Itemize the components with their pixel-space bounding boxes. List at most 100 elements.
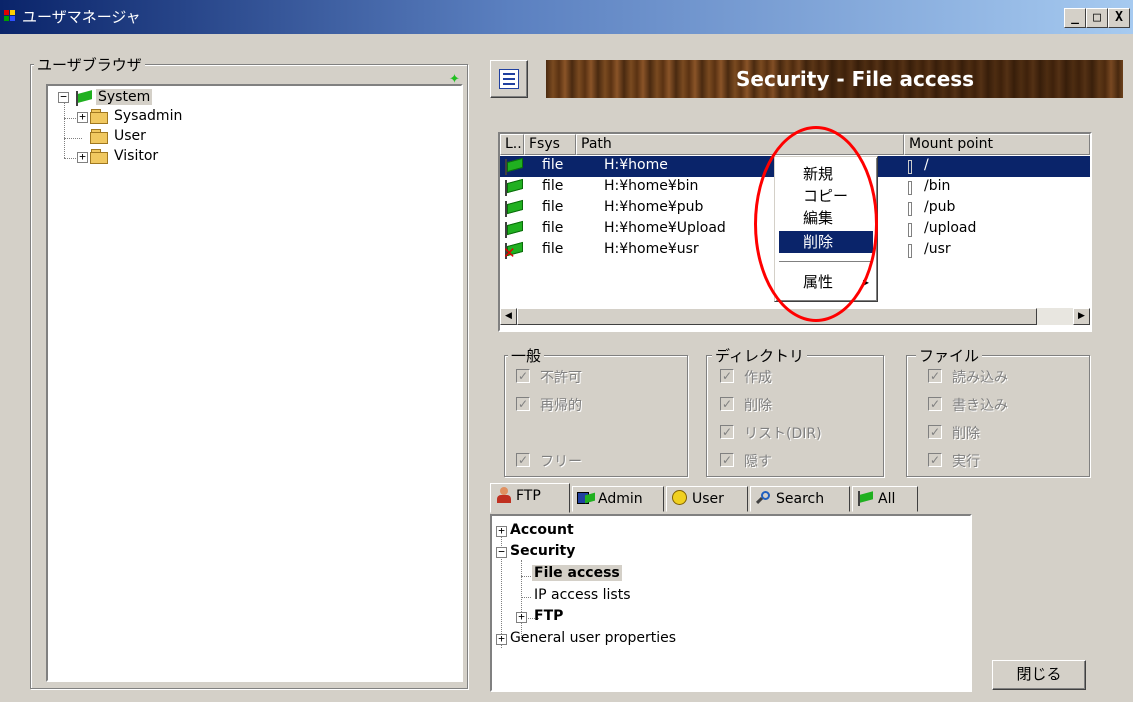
checkbox-deny-label: 不許可	[540, 370, 582, 386]
checkbox-execute-label: 実行	[952, 454, 980, 470]
disabled-flag-icon: ✕	[503, 241, 525, 261]
checkbox-dir-delete[interactable]: ✓	[720, 397, 734, 411]
all-flag-icon	[857, 490, 875, 506]
enabled-flag-icon	[503, 178, 525, 196]
tab-bar: FTP Admin User Search All	[490, 483, 960, 514]
checkbox-write[interactable]: ✓	[928, 397, 942, 411]
column-header-fsys[interactable]: Fsys	[524, 134, 576, 155]
close-window-button[interactable]: X	[1108, 8, 1130, 28]
cell-fsys: file	[542, 157, 564, 173]
expand-icon[interactable]: +	[77, 151, 88, 163]
cell-mount: /bin	[924, 178, 951, 194]
cell-path: H:¥home	[604, 157, 668, 173]
expand-icon[interactable]: +	[77, 111, 88, 123]
tree-node-ip-access[interactable]: IP access lists	[534, 587, 631, 603]
scroll-left-icon[interactable]: ◀	[500, 308, 517, 325]
tab-admin[interactable]: Admin	[572, 486, 664, 512]
cell-path: H:¥home¥bin	[604, 178, 699, 194]
minimize-button[interactable]: _	[1064, 8, 1086, 28]
admin-icon	[577, 490, 595, 506]
cell-path: H:¥home¥usr	[604, 241, 699, 257]
user-tree[interactable]: − System + Sysadmin User + Visitor	[46, 84, 463, 682]
cell-fsys: file	[542, 199, 564, 215]
cell-path: H:¥home¥pub	[604, 199, 704, 215]
checkbox-free-label: フリー	[540, 454, 582, 470]
tree-item-sysadmin[interactable]: Sysadmin	[114, 108, 182, 124]
system-flag-icon	[74, 90, 94, 106]
tree-node-file-access[interactable]: File access	[532, 565, 622, 581]
tab-all-label: All	[878, 491, 896, 507]
collapse-icon[interactable]: −	[58, 91, 69, 103]
cell-path: H:¥home¥Upload	[604, 220, 726, 236]
checkbox-create[interactable]: ✓	[720, 369, 734, 383]
cell-fsys: file	[542, 241, 564, 257]
user-face-icon	[671, 490, 689, 506]
ftp-person-icon	[495, 487, 513, 503]
search-icon	[755, 490, 773, 506]
enabled-flag-icon	[503, 157, 525, 175]
checkbox-read[interactable]: ✓	[928, 369, 942, 383]
tree-item-visitor[interactable]: Visitor	[114, 148, 158, 164]
expand-icon[interactable]: +	[496, 633, 507, 645]
tab-search[interactable]: Search	[750, 486, 850, 512]
folder-icon	[90, 109, 110, 125]
folder-icon	[90, 149, 110, 165]
column-header-mount[interactable]: Mount point	[904, 134, 1090, 155]
cell-mount: /upload	[924, 220, 977, 236]
scroll-right-icon[interactable]: ▶	[1073, 308, 1090, 325]
checkbox-file-delete[interactable]: ✓	[928, 425, 942, 439]
checkbox-list[interactable]: ✓	[720, 425, 734, 439]
tree-node-ftp[interactable]: FTP	[534, 608, 563, 624]
checkbox-free[interactable]: ✓	[516, 453, 530, 467]
checkbox-hide[interactable]: ✓	[720, 453, 734, 467]
checkbox-list-label: リスト(DIR)	[744, 426, 822, 442]
tab-user-label: User	[692, 491, 724, 507]
collapse-icon[interactable]: −	[496, 546, 507, 558]
app-icon	[4, 10, 18, 24]
enabled-flag-icon	[503, 199, 525, 217]
tab-ftp[interactable]: FTP	[490, 483, 570, 513]
section-banner: Security - File access	[546, 60, 1123, 98]
tab-ftp-label: FTP	[516, 488, 541, 504]
user-browser-label: ユーザブラウザ	[34, 54, 145, 75]
grid-icon	[499, 69, 519, 89]
cell-mount: /pub	[924, 199, 956, 215]
close-button[interactable]: 閉じる	[992, 660, 1086, 690]
directory-group-label: ディレクトリ	[712, 345, 807, 366]
checkbox-file-delete-label: 削除	[952, 426, 980, 442]
checkbox-recursive[interactable]: ✓	[516, 397, 530, 411]
checkbox-execute[interactable]: ✓	[928, 453, 942, 467]
scroll-thumb[interactable]	[517, 308, 1037, 325]
checkbox-dir-delete-label: 削除	[744, 398, 772, 414]
tree-node-general[interactable]: General user properties	[510, 630, 676, 646]
checkbox-recursive-label: 再帰的	[540, 398, 582, 414]
settings-tree[interactable]: + Account − Security File access IP acce…	[490, 514, 972, 692]
checkbox-write-label: 書き込み	[952, 398, 1008, 414]
tab-admin-label: Admin	[598, 491, 643, 507]
tree-node-account[interactable]: Account	[510, 522, 574, 538]
tab-search-label: Search	[776, 491, 825, 507]
tree-node-security[interactable]: Security	[510, 543, 575, 559]
cell-fsys: file	[542, 178, 564, 194]
view-toggle-button[interactable]	[490, 60, 528, 98]
expand-icon[interactable]: +	[516, 611, 527, 623]
enabled-flag-icon	[503, 220, 525, 238]
expand-icon[interactable]: +	[496, 525, 507, 537]
general-group-label: 一般	[508, 345, 545, 366]
tab-all[interactable]: All	[852, 486, 918, 512]
tree-item-system[interactable]: System	[96, 89, 153, 105]
checkbox-create-label: 作成	[744, 370, 772, 386]
file-group-label: ファイル	[916, 345, 983, 366]
app-window: ユーザマネージャ _ □ X ユーザブラウザ ✦ − System + Sysa…	[0, 0, 1133, 702]
cell-mount: /usr	[924, 241, 951, 257]
tree-item-user[interactable]: User	[114, 128, 146, 144]
tab-user[interactable]: User	[666, 486, 748, 512]
maximize-button[interactable]: □	[1086, 8, 1108, 28]
title-bar[interactable]: ユーザマネージャ _ □ X	[0, 0, 1133, 34]
general-group	[504, 355, 688, 477]
window-title: ユーザマネージャ	[22, 8, 141, 26]
checkbox-hide-label: 隠す	[744, 454, 772, 470]
checkbox-deny[interactable]: ✓	[516, 369, 530, 383]
column-header-l[interactable]: L..	[500, 134, 524, 155]
folder-icon	[90, 129, 110, 145]
